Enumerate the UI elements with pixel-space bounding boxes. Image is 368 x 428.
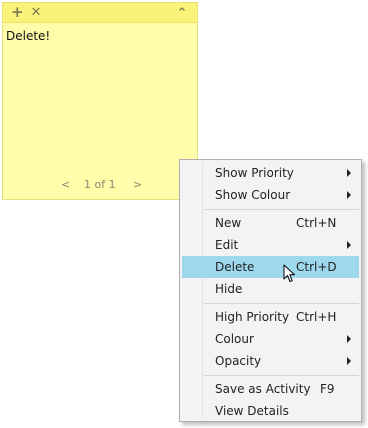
menu-item-label: High Priority: [215, 310, 290, 324]
menu-item-label: Opacity: [215, 354, 262, 368]
menu-item-label: Save as Activity: [215, 382, 311, 396]
menu-item-label: Edit: [215, 238, 239, 252]
note-text[interactable]: Delete!: [6, 29, 50, 43]
menu-item-new[interactable]: New Ctrl+N: [182, 212, 359, 234]
submenu-arrow-icon: [347, 241, 351, 249]
menu-separator: [204, 375, 359, 376]
submenu-arrow-icon: [347, 357, 351, 365]
mouse-pointer-icon: [283, 264, 295, 282]
close-note-icon[interactable]: ✕: [29, 4, 43, 21]
add-note-icon[interactable]: +: [11, 4, 24, 21]
page-indicator: 1 of 1: [84, 178, 116, 191]
menu-item-colour[interactable]: Colour: [182, 328, 359, 350]
menu-item-shortcut: Ctrl+N: [296, 216, 337, 230]
menu-item-show-priority[interactable]: Show Priority: [182, 162, 359, 184]
menu-item-label: Hide: [215, 282, 243, 296]
menu-item-label: View Details: [215, 404, 289, 418]
note-pager: < 1 of 1 >: [3, 178, 197, 194]
menu-item-label: Colour: [215, 332, 254, 346]
submenu-arrow-icon: [347, 191, 351, 199]
menu-separator: [204, 209, 359, 210]
menu-separator: [204, 303, 359, 304]
note-title-bar: + ✕ ⌃: [3, 3, 197, 23]
submenu-arrow-icon: [347, 169, 351, 177]
menu-item-label: Delete: [215, 260, 255, 274]
submenu-arrow-icon: [347, 335, 351, 343]
menu-item-label: Show Priority: [215, 166, 294, 180]
menu-item-shortcut: Ctrl+D: [296, 260, 337, 274]
next-page-button[interactable]: >: [133, 178, 142, 191]
menu-item-opacity[interactable]: Opacity: [182, 350, 359, 372]
menu-item-view-details[interactable]: View Details: [182, 400, 359, 422]
menu-item-shortcut: Ctrl+H: [296, 310, 337, 324]
menu-item-label: New: [215, 216, 242, 230]
menu-item-edit[interactable]: Edit: [182, 234, 359, 256]
menu-item-shortcut: F9: [320, 382, 335, 396]
menu-item-label: Show Colour: [215, 188, 291, 202]
menu-item-save-as-activity[interactable]: Save as Activity F9: [182, 378, 359, 400]
context-menu: Show Priority Show Colour New Ctrl+N Edi…: [179, 159, 362, 422]
menu-item-hide[interactable]: Hide: [182, 278, 359, 300]
sticky-note[interactable]: + ✕ ⌃ Delete! < 1 of 1 >: [2, 2, 198, 200]
menu-item-delete[interactable]: Delete Ctrl+D: [182, 256, 359, 278]
collapse-icon[interactable]: ⌃: [175, 4, 189, 21]
prev-page-button[interactable]: <: [61, 178, 70, 191]
menu-item-high-priority[interactable]: High Priority Ctrl+H: [182, 306, 359, 328]
menu-item-show-colour[interactable]: Show Colour: [182, 184, 359, 206]
